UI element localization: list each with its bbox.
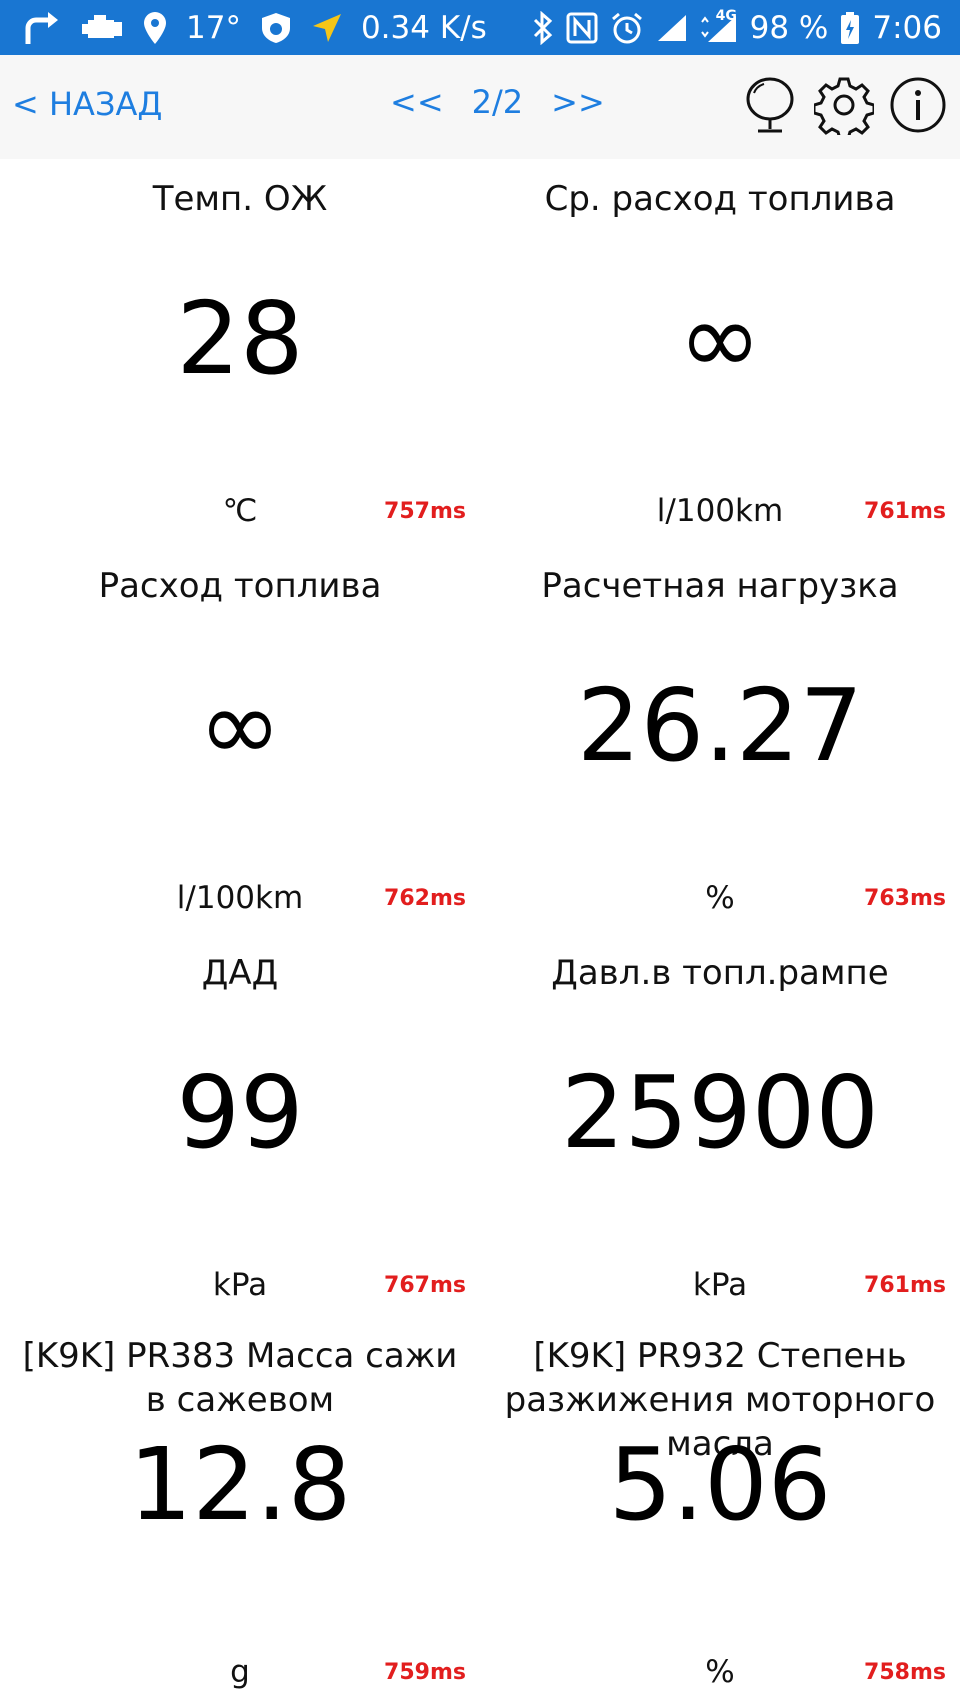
forward-arrow-icon: [22, 10, 62, 46]
gauge-title: ДАД: [201, 953, 279, 993]
temperature-text: 17°: [186, 9, 241, 46]
gauge-title: Ср. расход топлива: [544, 179, 896, 219]
gauge-value: 12.8: [128, 1426, 352, 1543]
gauge-latency: 762ms: [384, 886, 466, 911]
gauge-latency: 761ms: [864, 499, 946, 524]
status-bar: 17° 0.34 K/s 4G 98 % 7:06: [0, 0, 960, 55]
nfc-icon: [566, 12, 598, 44]
gauge-title: [K9K] PR383 Масса сажи в сажевом: [22, 1336, 458, 1420]
gauge-value: ∞: [678, 280, 762, 397]
gauge-cell[interactable]: Расчетная нагрузка 26.27 % 763ms: [480, 546, 960, 933]
gauge-latency: 761ms: [864, 1273, 946, 1298]
gauge-cell[interactable]: ДАД 99 kPa 767ms: [0, 933, 480, 1320]
gauge-cell[interactable]: [K9K] PR932 Степень разжижения моторного…: [480, 1320, 960, 1707]
navigation-arrow-icon: [311, 12, 343, 44]
nav-bar: < НАЗАД << 2/2 >>: [0, 55, 960, 159]
back-button[interactable]: < НАЗАД: [12, 85, 162, 123]
info-icon[interactable]: [888, 75, 948, 135]
network-speed-text: 0.34 K/s: [360, 9, 487, 46]
gauge-value: ∞: [198, 667, 282, 784]
next-page-button[interactable]: >>: [551, 83, 605, 121]
gauge-cell[interactable]: [K9K] PR383 Масса сажи в сажевом 12.8 g …: [0, 1320, 480, 1707]
gauge-cell[interactable]: Ср. расход топлива ∞ l/100km 761ms: [480, 159, 960, 546]
pager: << 2/2 >>: [390, 83, 605, 121]
page-indicator: 2/2: [471, 83, 524, 121]
gauge-title: Расчетная нагрузка: [541, 566, 899, 606]
gear-icon[interactable]: [814, 75, 874, 135]
bug-shield-icon: [259, 11, 293, 45]
gauge-cell[interactable]: Темп. ОЖ 28 ℃ 757ms: [0, 159, 480, 546]
gauge-cell[interactable]: Давл.в топл.рампе 25900 kPa 761ms: [480, 933, 960, 1320]
battery-charging-icon: [840, 11, 860, 45]
location-pin-icon: [142, 11, 168, 45]
gauge-grid: Темп. ОЖ 28 ℃ 757ms Ср. расход топлива ∞…: [0, 159, 960, 1707]
gauge-latency: 759ms: [384, 1660, 466, 1685]
gauge-value: 5.06: [608, 1426, 832, 1543]
gauge-value: 26.27: [576, 667, 864, 784]
gauge-latency: 763ms: [864, 886, 946, 911]
gauge-latency: 758ms: [864, 1660, 946, 1685]
gauge-cell[interactable]: Расход топлива ∞ l/100km 762ms: [0, 546, 480, 933]
prev-page-button[interactable]: <<: [390, 83, 444, 121]
gauge-value: 99: [176, 1054, 304, 1171]
alarm-icon: [610, 11, 644, 45]
gauge-latency: 757ms: [384, 499, 466, 524]
gauge-latency: 767ms: [384, 1273, 466, 1298]
mirror-icon[interactable]: [740, 75, 800, 135]
gauge-title: Темп. ОЖ: [152, 179, 328, 219]
battery-text: 98 %: [749, 9, 829, 46]
gauge-value: 25900: [560, 1054, 880, 1171]
gauge-title: Давл.в топл.рампе: [551, 953, 889, 993]
engine-icon: [80, 12, 124, 44]
signal-icon: [656, 13, 688, 43]
bluetooth-icon: [532, 10, 554, 45]
gauge-title: Расход топлива: [98, 566, 382, 606]
signal-4g-icon: 4G: [700, 8, 738, 44]
gauge-value: 28: [176, 280, 304, 397]
network-type-text: 4G: [715, 7, 737, 24]
clock-text: 7:06: [872, 9, 942, 46]
